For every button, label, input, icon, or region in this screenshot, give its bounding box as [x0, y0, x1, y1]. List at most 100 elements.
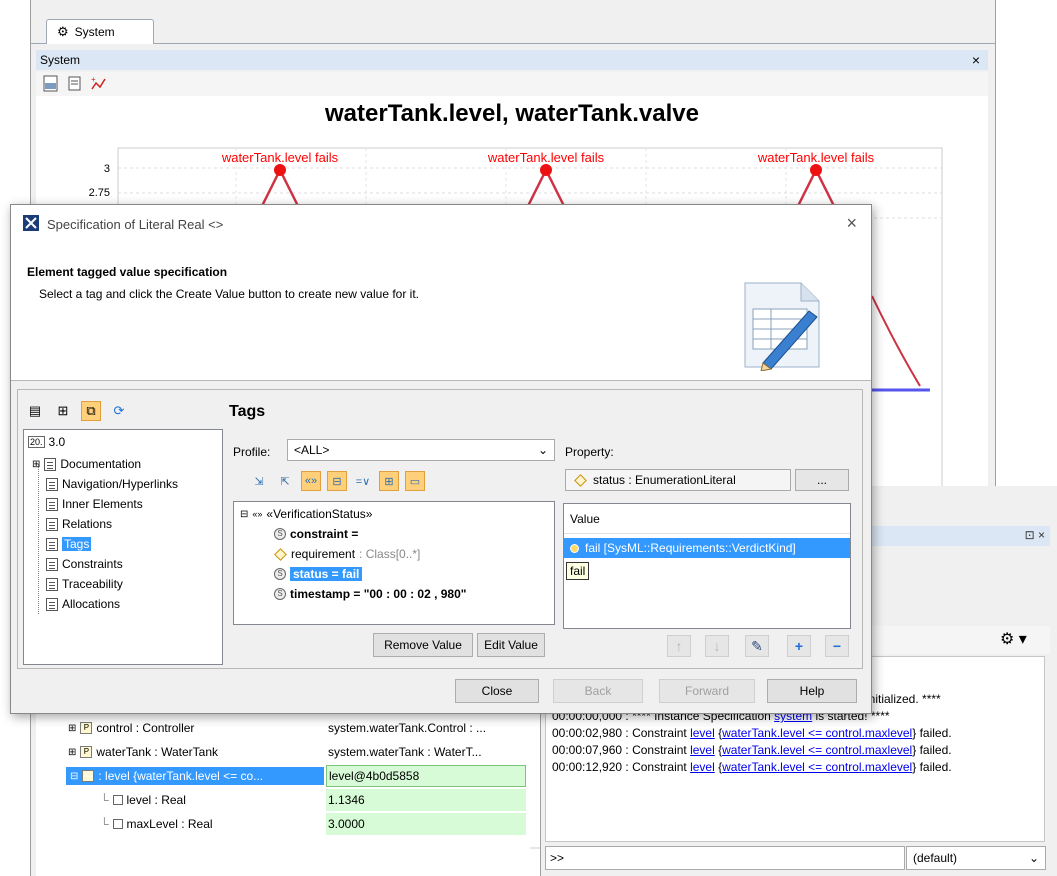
- remove-value-button[interactable]: Remove Value: [373, 633, 473, 657]
- close-button[interactable]: Close: [455, 679, 539, 703]
- page-icon: [46, 577, 58, 591]
- property-field: status : EnumerationLiteral: [565, 469, 791, 491]
- row-value: 3.0000: [326, 813, 526, 835]
- console-input[interactable]: >>: [545, 846, 905, 870]
- table-row[interactable]: ⊞ P control : Controller system.waterTan…: [40, 716, 530, 740]
- sidebar-item-label: Inner Elements: [62, 497, 143, 511]
- level-link[interactable]: level: [690, 726, 715, 740]
- y-tick-label: 3: [104, 163, 110, 175]
- expand-all-icon[interactable]: ⇲: [249, 471, 269, 491]
- list-view-icon[interactable]: ▤: [25, 401, 45, 421]
- sidebar-item-label: Traceability: [62, 577, 123, 591]
- stereotype-row[interactable]: ⊟ «» «VerificationStatus»: [240, 504, 372, 524]
- slot-icon: S: [274, 528, 286, 540]
- value-property-icon: [112, 795, 123, 805]
- context-select[interactable]: (default) ⌄: [906, 846, 1046, 870]
- refresh-icon[interactable]: ⟳: [109, 401, 129, 421]
- level-link[interactable]: level: [690, 743, 715, 757]
- page-icon: [46, 557, 58, 571]
- row-name: level : Real: [126, 793, 186, 807]
- sidebar-item-constraints[interactable]: Constraints: [46, 554, 123, 574]
- close-icon[interactable]: ×: [846, 213, 857, 234]
- sidebar-item-label: Constraints: [62, 557, 123, 571]
- sidebar-item-navigation[interactable]: Navigation/Hyperlinks: [46, 474, 178, 494]
- value-row[interactable]: fail [SysML::Requirements::VerdictKind]: [564, 538, 850, 558]
- property-browse-button[interactable]: ...: [795, 469, 849, 491]
- tree-line: └: [100, 793, 109, 807]
- tree-root[interactable]: 20. 3.0: [28, 432, 65, 452]
- profile-value: <ALL>: [294, 443, 330, 457]
- grid-view-icon[interactable]: ⊞: [379, 471, 399, 491]
- tag-row-status[interactable]: S status = fail: [274, 564, 363, 584]
- table-row[interactable]: ⊟ C : level {waterTank.level <= co... le…: [40, 764, 530, 788]
- profile-select[interactable]: <ALL> ⌄: [287, 439, 555, 461]
- csv-icon[interactable]: [42, 75, 60, 93]
- compact-icon[interactable]: ▭: [405, 471, 425, 491]
- table-row[interactable]: └ level : Real 1.1346: [40, 788, 530, 812]
- sidebar-item-allocations[interactable]: Allocations: [46, 594, 120, 614]
- collapse-icon[interactable]: ⊟: [70, 771, 78, 782]
- gear-icon[interactable]: ⚙ ▾: [1000, 629, 1027, 649]
- remove-value-icon[interactable]: −: [825, 635, 849, 657]
- sidebar-item-label: Allocations: [62, 597, 121, 611]
- sidebar-item-tags[interactable]: Tags: [46, 534, 92, 554]
- expand-icon[interactable]: ⊞: [68, 723, 76, 734]
- spec-document-icon: [744, 282, 820, 371]
- collapse-all-icon[interactable]: ⇱: [275, 471, 295, 491]
- log-text: failed.: [916, 726, 952, 740]
- show-values-icon[interactable]: =∨: [353, 471, 373, 491]
- sidebar-item-traceability[interactable]: Traceability: [46, 574, 123, 594]
- help-button[interactable]: Help: [767, 679, 857, 703]
- tag-row-constraint[interactable]: S constraint =: [274, 524, 358, 544]
- tab-system[interactable]: ⚙ System: [46, 19, 154, 44]
- tag-label: requirement: [291, 547, 356, 561]
- log-text: 00:00:12,920 : Constraint: [552, 760, 691, 774]
- table-row[interactable]: ⊞ P waterTank : WaterTank system.waterTa…: [40, 740, 530, 764]
- close-icon[interactable]: ×: [972, 52, 980, 68]
- move-up-icon[interactable]: ↑: [667, 635, 691, 657]
- plot-icon[interactable]: +: [90, 75, 108, 93]
- part-icon: P: [80, 746, 93, 758]
- stereotype-icon: «»: [252, 509, 263, 519]
- tag-row-requirement[interactable]: requirement : Class[0..*]: [274, 544, 420, 564]
- report-icon[interactable]: [66, 75, 84, 93]
- edit-pencil-icon[interactable]: ✎: [745, 635, 769, 657]
- sidebar-item-relations[interactable]: Relations: [46, 514, 112, 534]
- console-header-controls[interactable]: ⊡ ×: [1025, 528, 1045, 542]
- system-toolbar: +: [36, 72, 988, 96]
- header-description: Select a tag and click the Create Value …: [39, 287, 419, 301]
- edit-value-button[interactable]: Edit Value: [477, 633, 545, 657]
- expand-icon[interactable]: ⊞: [68, 747, 76, 758]
- tab-system-label: System: [74, 25, 115, 39]
- show-stereotypes-icon[interactable]: «»: [301, 471, 321, 491]
- constraint-link[interactable]: waterTank.level <= control.maxlevel: [722, 760, 912, 774]
- literal-icon: 20.: [28, 436, 45, 448]
- forward-button[interactable]: Forward: [659, 679, 755, 703]
- collapse-icon[interactable]: ⊟: [240, 509, 248, 520]
- log-line: 00:00:02,980 : Constraint level {waterTa…: [552, 726, 952, 740]
- move-down-icon[interactable]: ↓: [705, 635, 729, 657]
- sidebar-item-documentation[interactable]: ⊞ Documentation: [32, 454, 141, 474]
- stereotype-label: «VerificationStatus»: [266, 507, 373, 521]
- table-row[interactable]: └ maxLevel : Real 3.0000: [40, 812, 530, 836]
- back-button[interactable]: Back: [553, 679, 643, 703]
- part-icon: P: [80, 722, 93, 734]
- level-link[interactable]: level: [690, 760, 715, 774]
- sidebar-item-inner-elements[interactable]: Inner Elements: [46, 494, 143, 514]
- constraint-link[interactable]: waterTank.level <= control.maxlevel: [722, 726, 912, 740]
- compact-view-icon[interactable]: ⧉: [81, 401, 101, 421]
- add-value-icon[interactable]: +: [787, 635, 811, 657]
- slot-icon: S: [274, 588, 286, 600]
- expand-icon[interactable]: ⊞: [32, 459, 40, 470]
- page-icon: [46, 537, 58, 551]
- enum-literal-icon: [570, 543, 579, 553]
- tree-structure-icon[interactable]: ⊟: [327, 471, 347, 491]
- failure-point: [540, 164, 552, 176]
- panel-title: Tags: [229, 403, 266, 420]
- system-panel-header: System ×: [36, 50, 988, 70]
- property-label: Property:: [565, 445, 614, 459]
- tag-row-timestamp[interactable]: S timestamp = "00 : 00 : 02 , 980": [274, 584, 466, 604]
- tree-view-icon[interactable]: ⊞: [53, 401, 73, 421]
- row-name: maxLevel : Real: [126, 817, 213, 831]
- constraint-link[interactable]: waterTank.level <= control.maxlevel: [722, 743, 912, 757]
